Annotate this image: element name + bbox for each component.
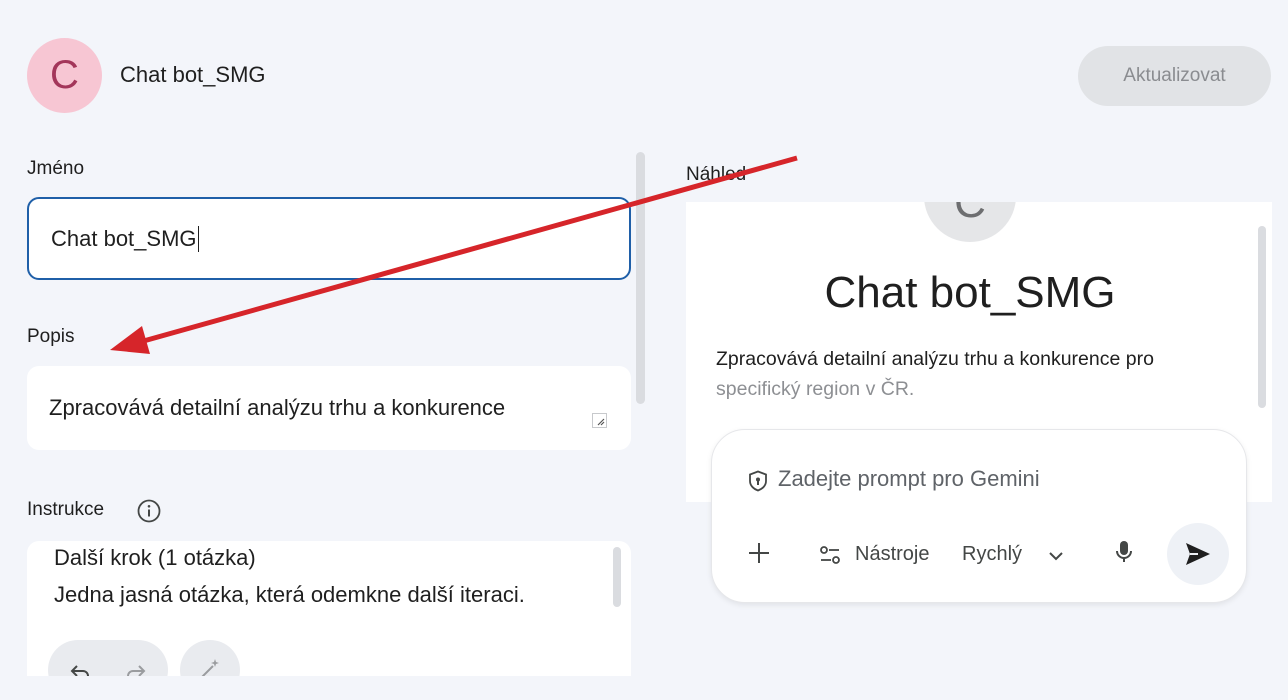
redo-icon[interactable] (124, 660, 148, 676)
name-field-value: Chat bot_SMG (51, 225, 197, 251)
preview-label: Náhled (686, 164, 747, 185)
gem-editor-page: C Chat bot_SMG Aktualizovat Jméno Chat b… (0, 0, 1288, 700)
left-panel-scrollbar[interactable] (636, 152, 645, 404)
preview-avatar-letter: C (954, 202, 986, 227)
description-label: Popis (27, 326, 75, 347)
plus-icon[interactable] (746, 540, 772, 566)
undo-icon[interactable] (68, 660, 92, 676)
magic-wand-icon (201, 659, 219, 676)
instructions-scrollbar[interactable] (613, 547, 621, 607)
name-field[interactable]: Chat bot_SMG (27, 197, 631, 280)
model-selector[interactable]: Rychlý (962, 543, 1022, 566)
instructions-field[interactable]: Další krok (1 otázka) Jedna jasná otázka… (27, 541, 631, 676)
send-button[interactable] (1167, 523, 1229, 585)
tools-icon[interactable] (818, 543, 842, 567)
prompt-box: Zadejte prompt pro Gemini Nástroje Rychl… (711, 429, 1247, 603)
preview-title: Chat bot_SMG (824, 268, 1116, 317)
preview-scrollbar[interactable] (1258, 226, 1266, 408)
mic-icon[interactable] (1112, 538, 1136, 568)
instructions-line: Jedna jasná otázka, která odemkne další … (54, 582, 525, 607)
resize-handle-icon[interactable] (592, 413, 607, 428)
page-title: Chat bot_SMG (120, 62, 266, 87)
send-icon (1186, 543, 1210, 565)
preview-avatar: C (924, 202, 1016, 242)
chevron-down-icon[interactable] (1046, 546, 1066, 566)
text-caret (197, 225, 200, 252)
preview-description-continued: specifický region v ČR. (716, 378, 915, 400)
preview-description: Zpracovává detailní analýzu trhu a konku… (716, 348, 1154, 370)
magic-rewrite-button[interactable] (180, 640, 240, 676)
instructions-line: Další krok (1 otázka) (54, 545, 256, 570)
avatar: C (27, 38, 102, 113)
shield-icon (749, 470, 767, 492)
description-field[interactable]: Zpracovává detailní analýzu trhu a konku… (27, 366, 631, 450)
name-label: Jméno (27, 158, 85, 179)
info-icon[interactable] (137, 499, 161, 523)
instructions-label: Instrukce (27, 499, 105, 520)
prompt-input[interactable]: Zadejte prompt pro Gemini (778, 466, 1040, 492)
update-button[interactable]: Aktualizovat (1078, 46, 1271, 106)
tools-button[interactable]: Nástroje (855, 543, 929, 566)
undo-redo-group (48, 640, 168, 676)
description-field-value: Zpracovává detailní analýzu trhu a konku… (49, 395, 506, 420)
avatar-letter: C (50, 53, 79, 97)
